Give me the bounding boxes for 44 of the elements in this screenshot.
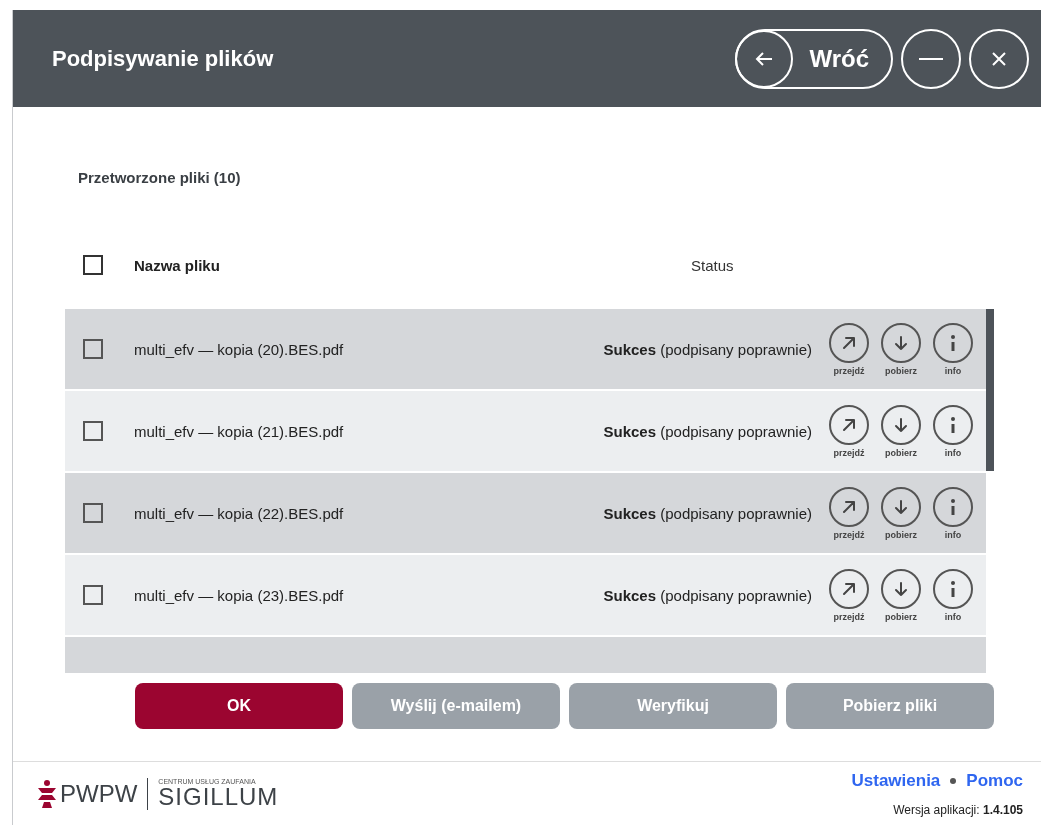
logo-brand: PWPW [60, 779, 138, 808]
arrow-up-right-icon [841, 334, 857, 351]
close-button[interactable] [969, 28, 1029, 89]
footer-link[interactable]: Ustawienia [851, 770, 941, 791]
status-text: Sukces (podpisany poprawnie) [603, 586, 812, 604]
arrow-left-icon [755, 50, 774, 67]
arrow-down-icon [893, 416, 909, 433]
file-name: multi_efv — kopia (23).BES.pdf [134, 586, 345, 604]
arrow-down-icon [893, 580, 909, 597]
arrow-down-icon [893, 334, 909, 351]
logo-product: SIGILLUM [158, 785, 279, 809]
column-header: Nazwa pliku [134, 256, 221, 274]
status-text: Sukces (podpisany poprawnie) [603, 504, 812, 522]
row-checkbox[interactable] [83, 585, 103, 605]
arrow-down-icon [893, 498, 909, 515]
info-icon [950, 333, 956, 352]
info-icon [950, 497, 956, 516]
separator-dot [950, 777, 957, 784]
info-icon [950, 415, 956, 434]
info-icon [950, 579, 956, 598]
arrow-up-right-icon [841, 498, 857, 515]
row-checkbox[interactable] [83, 421, 103, 441]
row-checkbox[interactable] [83, 503, 103, 523]
back-button[interactable]: Wróć [735, 28, 893, 89]
close-icon [992, 51, 1006, 66]
scrollbar-thumb[interactable] [986, 309, 994, 471]
arrow-up-right-icon [841, 416, 857, 433]
logo-emblem-icon [38, 779, 56, 808]
version-text: Wersja aplikacji: 1.4.105 [893, 802, 1023, 817]
file-name: multi_efv — kopia (22).BES.pdf [134, 504, 345, 522]
status-text: Sukces (podpisany poprawnie) [603, 422, 812, 440]
select-all-checkbox[interactable] [83, 255, 103, 275]
arrow-up-right-icon [841, 580, 857, 597]
row-checkbox[interactable] [83, 339, 103, 359]
primary-button[interactable]: OK [135, 683, 343, 729]
window-title: Podpisywanie plików [52, 45, 275, 72]
file-name: multi_efv — kopia (21).BES.pdf [134, 422, 345, 440]
section-title: Przetworzone pliki (10) [77, 169, 242, 186]
status-text: Sukces (podpisany poprawnie) [603, 340, 812, 358]
minimize-button[interactable] [901, 28, 961, 89]
column-header: Status [691, 256, 734, 274]
file-name: multi_efv — kopia (20).BES.pdf [134, 340, 345, 358]
minimize-icon [919, 56, 943, 61]
footer-link[interactable]: Pomoc [966, 770, 1023, 791]
